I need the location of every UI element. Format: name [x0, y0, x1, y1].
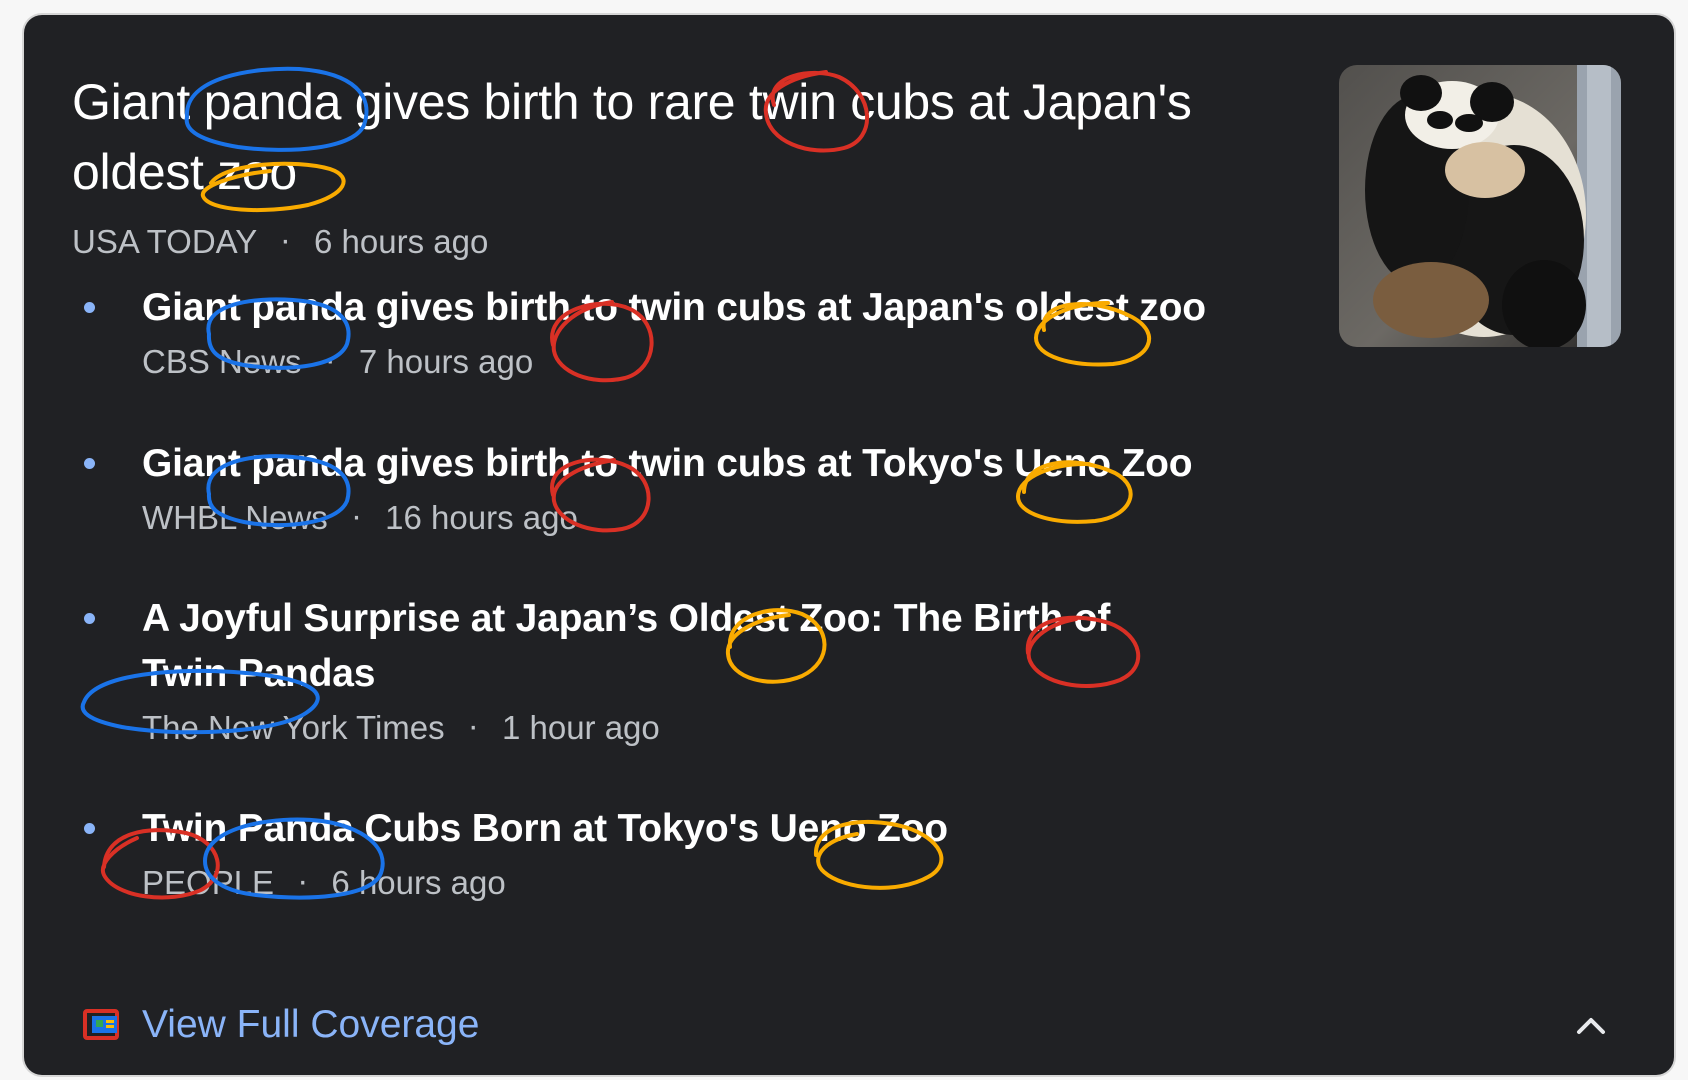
chevron-up-icon — [1577, 1018, 1605, 1034]
story-source: CBS News — [142, 343, 302, 380]
panda-thumbnail-image[interactable] — [1339, 65, 1621, 347]
story-time: 1 hour ago — [501, 709, 660, 746]
story-title[interactable]: Twin Panda Cubs Born at Tokyo's Ueno Zoo — [142, 801, 1222, 856]
story-time: 16 hours ago — [385, 499, 578, 536]
bullet-dot — [84, 613, 95, 624]
top-story-headline[interactable]: Giant panda gives birth to rare twin cub… — [72, 67, 1282, 207]
meta-separator: · — [324, 341, 336, 378]
meta-separator: · — [279, 221, 291, 258]
story-title[interactable]: Giant panda gives birth to twin cubs at … — [142, 436, 1222, 491]
story-meta: PEOPLE · 6 hours ago — [142, 859, 506, 907]
story-title[interactable]: Giant panda gives birth to twin cubs at … — [142, 280, 1222, 335]
meta-separator: · — [297, 862, 309, 899]
top-story-meta: USA TODAY · 6 hours ago — [72, 218, 488, 266]
story-source: The New York Times — [142, 709, 445, 746]
bullet-dot — [84, 458, 95, 469]
story-time: 6 hours ago — [331, 864, 506, 901]
story-source: PEOPLE — [142, 864, 275, 901]
story-source: WHBL News — [142, 499, 328, 536]
story-meta: CBS News · 7 hours ago — [142, 338, 533, 386]
bullet-dot — [84, 302, 95, 313]
story-meta: WHBL News · 16 hours ago — [142, 494, 578, 542]
meta-separator: · — [350, 497, 362, 534]
story-time: 7 hours ago — [358, 343, 534, 380]
view-full-coverage-label[interactable]: View Full Coverage — [142, 1000, 479, 1050]
meta-separator: · — [467, 707, 479, 744]
screenshot-page: Giant panda gives birth to rare twin cub… — [0, 0, 1688, 1080]
story-title[interactable]: A Joyful Surprise at Japan’s Oldest Zoo:… — [142, 591, 1172, 701]
view-full-coverage-link[interactable]: View Full Coverage — [82, 1000, 479, 1050]
collapse-button[interactable] — [1568, 1003, 1614, 1049]
top-story-source: USA TODAY — [72, 223, 257, 260]
news-cluster-card: Giant panda gives birth to rare twin cub… — [24, 15, 1674, 1075]
bullet-dot — [84, 823, 95, 834]
panda-photo — [1339, 65, 1621, 347]
story-meta: The New York Times · 1 hour ago — [142, 704, 660, 752]
top-story-time: 6 hours ago — [314, 223, 489, 260]
full-coverage-icon — [82, 1004, 124, 1046]
